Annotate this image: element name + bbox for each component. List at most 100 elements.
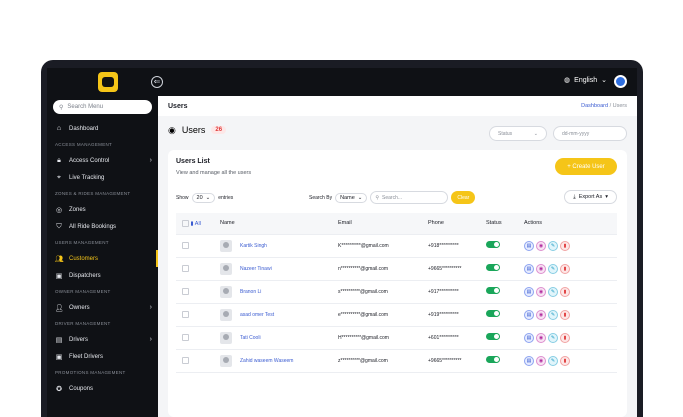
edit-icon[interactable]: ✎ (548, 240, 558, 251)
search-by-select[interactable]: Name ⌄ (335, 192, 368, 203)
column-phone: Phone (428, 213, 486, 235)
edit-icon[interactable]: ✎ (548, 355, 558, 366)
sidebar-item-all-ride-bookings[interactable]: ⛉ All Ride Bookings (47, 218, 158, 235)
row-checkbox[interactable] (182, 357, 189, 364)
users-list-card: Users List View and manage all the users… (168, 150, 627, 417)
status-placeholder: Status (498, 130, 513, 137)
select-all-header[interactable]: ▮ All (176, 213, 220, 235)
edit-icon[interactable]: ✎ (548, 309, 558, 320)
row-checkbox[interactable] (182, 311, 189, 318)
profile-avatar[interactable] (614, 75, 627, 88)
sidebar: ⚲ Search Menu ⌂ Dashboard ACCESS MANAGEME… (47, 96, 158, 417)
sidebar-item-access-control[interactable]: 🔒︎ Access Control › (47, 152, 158, 169)
user-name-link[interactable]: Nazeer Tinawi (240, 266, 272, 272)
collapse-sidebar-button[interactable]: ⇐ (151, 76, 163, 88)
status-toggle[interactable] (486, 287, 500, 294)
phone-cell: +601********** (428, 326, 486, 350)
sidebar-item-drivers[interactable]: ▤ Drivers › (47, 331, 158, 348)
date-filter-input[interactable]: dd-mm-yyyy (553, 126, 627, 141)
export-button[interactable]: ⤓ Export As ▾ (564, 190, 617, 204)
status-toggle[interactable] (486, 310, 500, 317)
app-logo (98, 72, 118, 92)
eye-icon[interactable]: ◉ (536, 240, 546, 251)
row-checkbox[interactable] (182, 288, 189, 295)
chevron-down-icon: ⌄ (533, 130, 538, 137)
delete-icon[interactable]: ▮ (560, 332, 570, 343)
eye-icon[interactable]: ◉ (536, 332, 546, 343)
edit-icon[interactable]: ✎ (548, 263, 558, 274)
user-name-link[interactable]: asad omer Test (240, 312, 274, 318)
row-checkbox[interactable] (182, 265, 189, 272)
status-toggle[interactable] (486, 356, 500, 363)
search-by-value: Name (340, 194, 355, 201)
view-icon[interactable]: ▤ (524, 286, 534, 297)
eye-icon[interactable]: ◉ (536, 286, 546, 297)
create-user-button[interactable]: + Create User (555, 158, 617, 175)
delete-icon[interactable]: ▮ (560, 240, 570, 251)
column-status: Status (486, 213, 524, 235)
section-users-management: USERS MANAGEMENT (55, 240, 109, 245)
status-toggle[interactable] (486, 241, 500, 248)
sidebar-item-coupons[interactable]: ✪ Coupons (47, 380, 158, 397)
email-cell: e**********@gmail.com (338, 303, 428, 327)
status-toggle[interactable] (486, 264, 500, 271)
row-select-cell (176, 326, 220, 350)
email-cell: H**********@gmail.com (338, 326, 428, 350)
breadcrumb-dashboard-link[interactable]: Dashboard (581, 103, 608, 109)
row-checkbox[interactable] (182, 334, 189, 341)
card-subtitle: View and manage all the users (176, 170, 252, 176)
search-menu-input[interactable]: ⚲ Search Menu (53, 100, 152, 114)
delete-icon[interactable]: ▮ (560, 355, 570, 366)
user-cell: asad omer Test (220, 308, 338, 321)
page-size-select[interactable]: 20 ⌄ (191, 193, 216, 203)
view-icon[interactable]: ▤ (524, 263, 534, 274)
user-name-link[interactable]: Kartik Singh (240, 243, 267, 249)
view-icon[interactable]: ▤ (524, 240, 534, 251)
show-label: Show (176, 195, 189, 201)
user-name-link[interactable]: Branon Li (240, 289, 261, 295)
view-icon[interactable]: ▤ (524, 309, 534, 320)
delete-icon[interactable]: ▮ (560, 286, 570, 297)
language-label: English (574, 76, 598, 84)
row-checkbox[interactable] (182, 242, 189, 249)
sidebar-item-dashboard[interactable]: ⌂ Dashboard (47, 120, 158, 137)
eye-icon[interactable]: ◉ (536, 263, 546, 274)
shield-icon: ⛉ (56, 222, 62, 230)
column-name: Name (220, 213, 338, 235)
delete-icon[interactable]: ▮ (560, 309, 570, 320)
download-icon: ⤓ (573, 193, 576, 200)
view-icon[interactable]: ▤ (524, 332, 534, 343)
name-cell: Branon Li (220, 280, 338, 304)
sidebar-item-dispatchers[interactable]: ▣ Dispatchers (47, 267, 158, 284)
status-toggle[interactable] (486, 333, 500, 340)
sidebar-item-zones[interactable]: ◎ Zones (47, 201, 158, 218)
eye-icon[interactable]: ◉ (536, 355, 546, 366)
chevron-right-icon: › (149, 336, 152, 343)
id-card-icon: ▣ (55, 272, 63, 280)
clear-button[interactable]: Clear (451, 191, 476, 204)
edit-icon[interactable]: ✎ (548, 286, 558, 297)
sidebar-item-fleet-drivers[interactable]: ▣ Fleet Drivers (47, 348, 158, 365)
user-cell: Zahid waseem Waseem (220, 354, 338, 367)
edit-icon[interactable]: ✎ (548, 332, 558, 343)
select-all-checkbox[interactable] (182, 219, 189, 227)
page-header: Users Dashboard / Users (158, 96, 637, 116)
sidebar-item-live-tracking[interactable]: ⌖ Live Tracking (47, 169, 158, 186)
chevron-down-icon: ⌄ (205, 195, 211, 201)
delete-icon[interactable]: ▮ (560, 263, 570, 274)
card-title: Users List (176, 158, 210, 165)
search-menu-placeholder: Search Menu (67, 104, 104, 110)
car-icon: ▤ (55, 336, 63, 344)
breadcrumb-current: Users (612, 103, 627, 109)
table-search-input[interactable]: ⚲ Search... (370, 191, 449, 204)
user-name-link[interactable]: Tati Cooli (240, 335, 261, 341)
language-selector[interactable]: ◍ English ⌄ (564, 76, 607, 85)
status-filter-select[interactable]: Status ⌄ (489, 126, 547, 141)
sidebar-item-customers[interactable]: 👥︎ Customers (47, 250, 158, 267)
eye-icon[interactable]: ◉ (536, 309, 546, 320)
view-icon[interactable]: ▤ (524, 355, 534, 366)
name-cell: Kartik Singh (220, 234, 338, 258)
sidebar-item-owners[interactable]: 👤︎ Owners › (47, 299, 158, 316)
name-cell: asad omer Test (220, 303, 338, 327)
user-name-link[interactable]: Zahid waseem Waseem (240, 358, 293, 364)
